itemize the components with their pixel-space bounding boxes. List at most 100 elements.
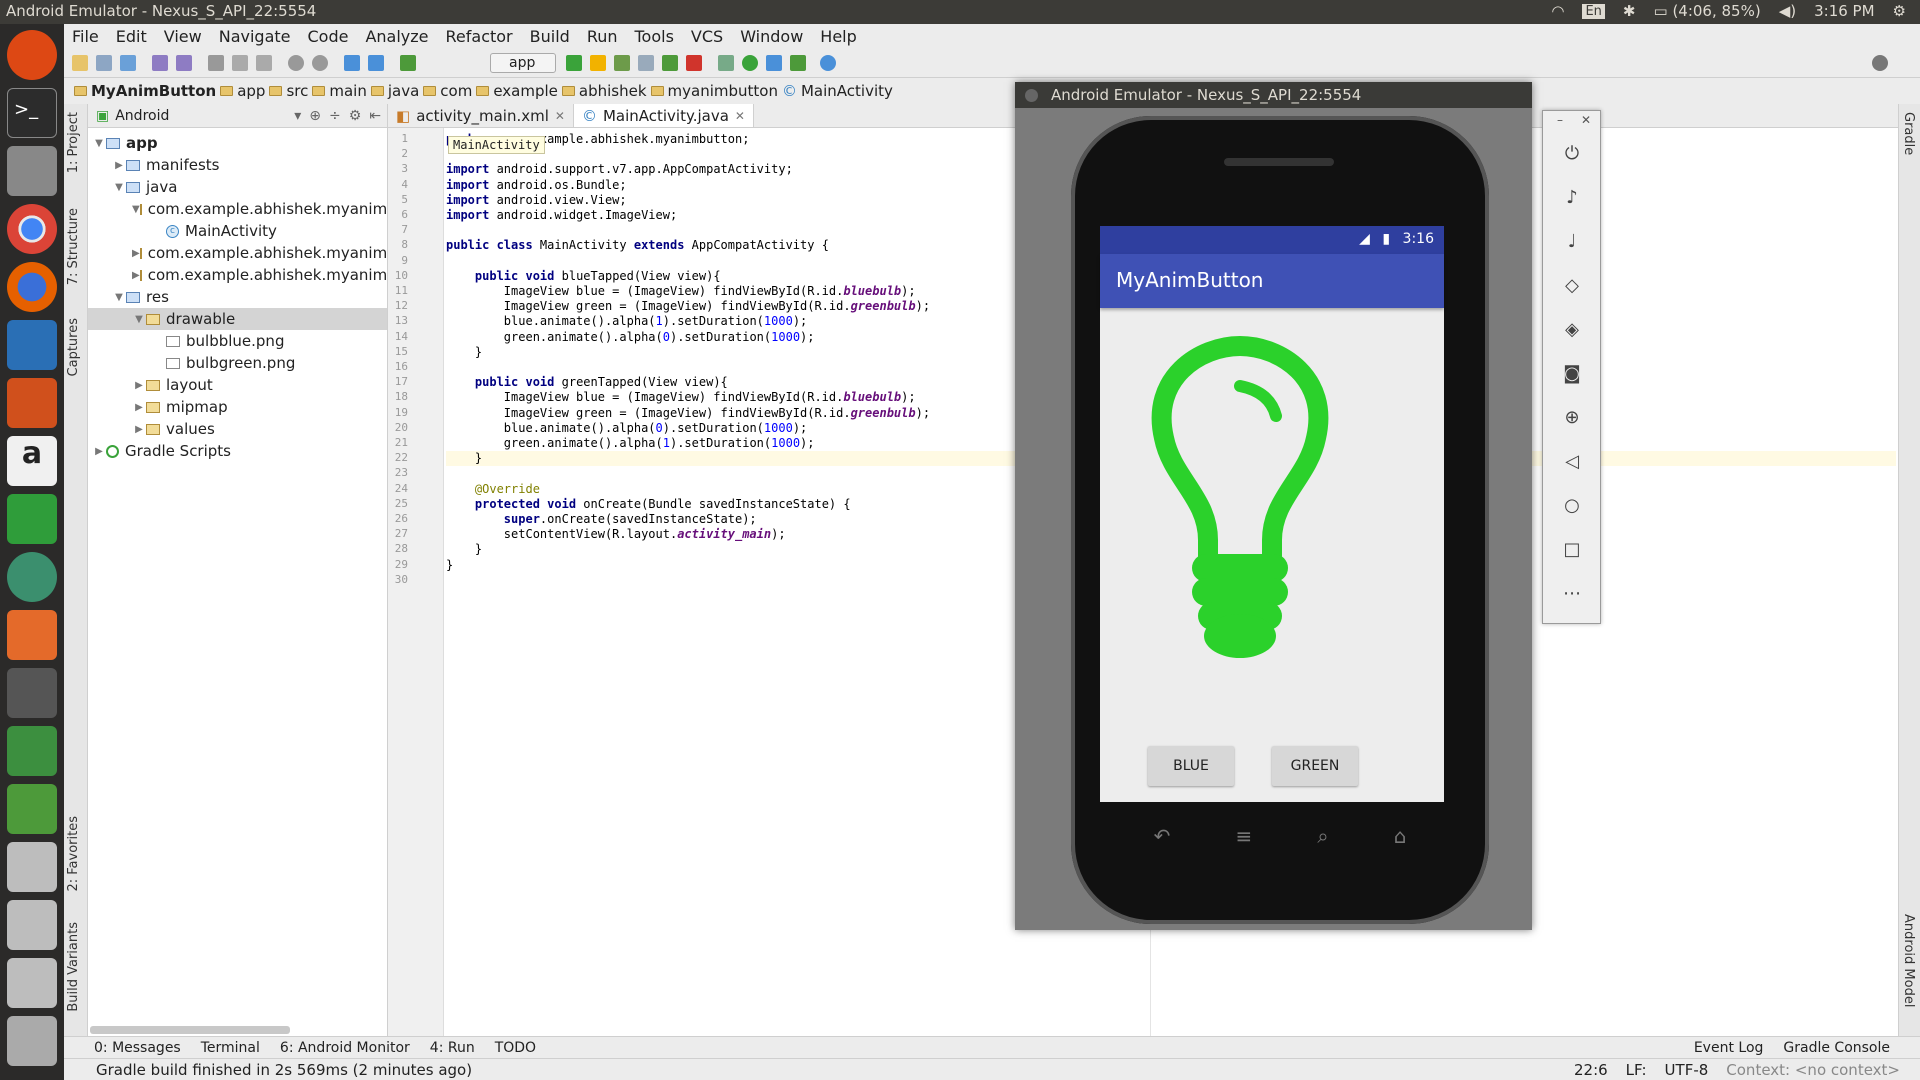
files-icon[interactable]	[7, 146, 57, 196]
breadcrumb-item[interactable]: app	[220, 82, 265, 100]
tree-item[interactable]: ▼ drawable	[88, 308, 387, 330]
tab-favorites[interactable]: 2: Favorites	[66, 816, 81, 892]
tab-todo[interactable]: TODO	[495, 1040, 536, 1056]
menu-code[interactable]: Code	[308, 27, 349, 46]
back-icon[interactable]: ◁	[1561, 451, 1583, 473]
debug-icon[interactable]	[614, 55, 630, 71]
tree-item[interactable]: c MainActivity	[88, 220, 387, 242]
replace-icon[interactable]	[312, 55, 328, 71]
tab-gradle-console[interactable]: Gradle Console	[1783, 1040, 1890, 1056]
tab-gradle[interactable]: Gradle	[1901, 112, 1916, 155]
emulator-titlebar[interactable]: Android Emulator - Nexus_S_API_22:5554	[1015, 82, 1532, 108]
home-icon[interactable]: ⌂	[1394, 824, 1407, 854]
disk-icon[interactable]	[7, 842, 57, 892]
home-icon[interactable]: ○	[1561, 495, 1583, 517]
forward-icon[interactable]	[368, 55, 384, 71]
code-line[interactable]: ImageView green = (ImageView) findViewBy…	[446, 299, 930, 314]
tree-item[interactable]: ▼ java	[88, 176, 387, 198]
code-line[interactable]: green.animate().alpha(0).setDuration(100…	[446, 330, 815, 345]
collapsed-arrow-icon[interactable]: ▶	[132, 424, 146, 435]
menu-navigate[interactable]: Navigate	[219, 27, 291, 46]
code-line[interactable]: blue.animate().alpha(0).setDuration(1000…	[446, 421, 807, 436]
tab-android-monitor[interactable]: 6: Android Monitor	[280, 1040, 410, 1056]
ubuntu-dash-icon[interactable]	[7, 30, 57, 80]
code-line[interactable]: }	[446, 542, 482, 557]
code-line[interactable]: public void blueTapped(View view){	[446, 269, 721, 284]
code-line[interactable]: ImageView green = (ImageView) findViewBy…	[446, 406, 930, 421]
rotate-left-icon[interactable]: ◇	[1561, 275, 1583, 297]
breadcrumb-item[interactable]: com	[423, 82, 472, 100]
code-line[interactable]: ImageView blue = (ImageView) findViewByI…	[446, 284, 916, 299]
tree-item[interactable]: ▶ com.example.abhishek.myaniml	[88, 242, 391, 264]
run-icon[interactable]	[566, 55, 582, 71]
expanded-arrow-icon[interactable]: ▼	[132, 314, 146, 325]
copy-icon[interactable]	[232, 55, 248, 71]
sync-gradle-icon[interactable]	[718, 55, 734, 71]
impress-icon[interactable]	[7, 378, 57, 428]
phone-screen[interactable]: ◢ ▮ 3:16 MyAnimButton BLUE GREEN	[1100, 226, 1444, 802]
cut-icon[interactable]	[208, 55, 224, 71]
collapsed-arrow-icon[interactable]: ▶	[132, 248, 140, 259]
find-icon[interactable]	[288, 55, 304, 71]
menu-help[interactable]: Help	[820, 27, 856, 46]
tab-messages[interactable]: 0: Messages	[94, 1040, 181, 1056]
tab-project[interactable]: 1: Project	[66, 112, 81, 173]
settings-gear-icon[interactable]: ⚙	[1893, 2, 1906, 20]
tree-item[interactable]: ▶ Gradle Scripts	[88, 440, 387, 462]
collapsed-arrow-icon[interactable]: ▶	[132, 380, 146, 391]
menu-file[interactable]: File	[72, 27, 99, 46]
menu-analyze[interactable]: Analyze	[365, 27, 428, 46]
clock[interactable]: 3:16 PM	[1814, 2, 1874, 20]
menu-window[interactable]: Window	[740, 27, 803, 46]
collapsed-arrow-icon[interactable]: ▶	[112, 160, 126, 171]
rotate-right-icon[interactable]: ◈	[1561, 319, 1583, 341]
code-line[interactable]: public class MainActivity extends AppCom…	[446, 238, 829, 253]
menu-run[interactable]: Run	[587, 27, 618, 46]
breadcrumb-item[interactable]: myanimbutton	[650, 82, 778, 100]
tree-item[interactable]: ▶ mipmap	[88, 396, 387, 418]
code-line[interactable]: }	[446, 558, 453, 573]
profile-icon[interactable]	[638, 55, 654, 71]
volume-down-icon[interactable]: ♩	[1561, 231, 1583, 253]
apply-changes-icon[interactable]	[590, 55, 606, 71]
breadcrumb-item[interactable]: src	[269, 82, 308, 100]
breadcrumb-item[interactable]: MyAnimButton	[74, 82, 216, 100]
terminal-icon[interactable]: >_	[7, 88, 57, 138]
close-icon[interactable]	[1025, 89, 1038, 102]
blue-button[interactable]: BLUE	[1148, 746, 1234, 786]
minimize-icon[interactable]: –	[1557, 113, 1563, 127]
tree-item[interactable]: ▼ com.example.abhishek.myaniml	[88, 198, 391, 220]
volume-icon[interactable]: ◀)	[1779, 2, 1796, 20]
menu-icon[interactable]: ≡	[1235, 824, 1252, 854]
trash-icon[interactable]	[7, 1016, 57, 1066]
close-tab-icon[interactable]: ✕	[555, 109, 565, 123]
android-studio-icon[interactable]	[7, 726, 57, 776]
breadcrumb-item[interactable]: java	[370, 82, 419, 100]
code-line[interactable]: @Override	[446, 482, 540, 497]
tab-build-variants[interactable]: Build Variants	[66, 922, 81, 1012]
hide-icon[interactable]: ⇤	[369, 108, 381, 124]
caret-position[interactable]: 22:6	[1574, 1061, 1608, 1079]
tree-item[interactable]: bulbgreen.png	[88, 352, 387, 374]
avd-manager-icon[interactable]	[742, 55, 758, 71]
code-line[interactable]: protected void onCreate(Bundle savedInst…	[446, 497, 851, 512]
back-icon[interactable]: ↶	[1154, 824, 1171, 854]
tree-item[interactable]: ▼ app	[88, 132, 387, 154]
collapse-icon[interactable]: ÷	[329, 108, 341, 124]
open-folder-icon[interactable]	[72, 55, 88, 71]
expanded-arrow-icon[interactable]: ▼	[112, 182, 126, 193]
editor-tab[interactable]: ◧ activity_main.xml ✕	[388, 104, 574, 127]
writer-icon[interactable]	[7, 320, 57, 370]
tab-event-log[interactable]: Event Log	[1694, 1040, 1764, 1056]
collapsed-arrow-icon[interactable]: ▶	[92, 446, 106, 457]
menu-edit[interactable]: Edit	[116, 27, 147, 46]
tree-item[interactable]: ▼ res	[88, 286, 387, 308]
expanded-arrow-icon[interactable]: ▼	[132, 204, 140, 215]
amazon-icon[interactable]: a	[7, 436, 57, 486]
tree-item[interactable]: ▶ com.example.abhishek.myaniml	[88, 264, 391, 286]
undo-icon[interactable]	[152, 55, 168, 71]
code-line[interactable]: blue.animate().alpha(1).setDuration(1000…	[446, 314, 807, 329]
search-everywhere-icon[interactable]	[1872, 55, 1888, 71]
line-separator[interactable]: LF:	[1626, 1061, 1647, 1079]
expanded-arrow-icon[interactable]: ▼	[112, 292, 126, 303]
